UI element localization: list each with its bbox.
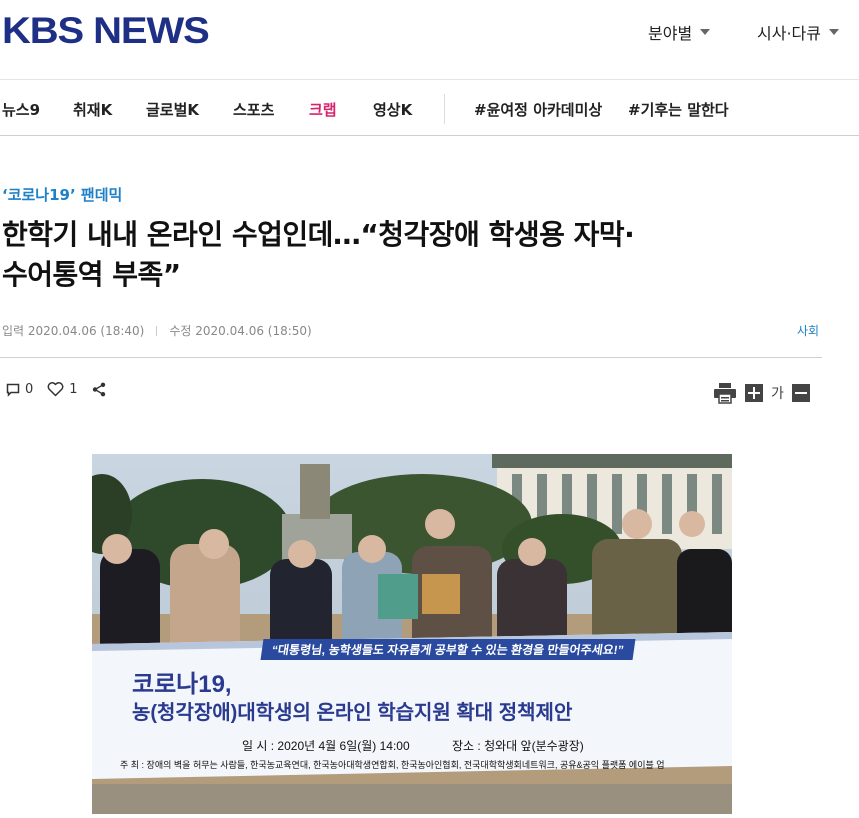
nav-global-k[interactable]: 글로벌K xyxy=(146,99,199,120)
comment-button[interactable]: 0 xyxy=(6,382,33,397)
banner-title-1: 코로나19, xyxy=(132,671,232,698)
banner-title-2: 농(청각장애)대학생의 온라인 학습지원 확대 정책제안 xyxy=(132,702,573,724)
like-button[interactable]: 1 xyxy=(47,382,78,397)
kbs-news-logo[interactable]: KBS NEWS xyxy=(2,10,210,52)
site-header: KBS NEWS 분야별 시사·다큐 xyxy=(0,0,859,80)
nav-investigative-k[interactable]: 취재K xyxy=(73,99,112,120)
input-date: 입력 2020.04.06 (18:40) xyxy=(2,324,145,338)
article-title: 한학기 내내 온라인 수업인데…“청각장애 학생용 자막· 수어통역 부족” xyxy=(2,215,832,295)
edit-date: 수정 2020.04.06 (18:50) xyxy=(169,324,312,338)
banner-text: “대통령님, 농학생들도 자유롭게 공부할 수 있는 환경을 만들어주세요!” … xyxy=(92,634,732,784)
like-count: 1 xyxy=(69,382,78,397)
article-category[interactable]: ‘코로나19’ 팬데믹 xyxy=(2,184,122,205)
print-icon[interactable] xyxy=(713,382,737,404)
header-divider xyxy=(0,357,822,358)
chevron-down-icon xyxy=(700,29,711,35)
menu-current-affairs-label: 시사·다큐 xyxy=(757,24,821,43)
nav-tag-climate[interactable]: #기후는 말한다 xyxy=(628,99,729,120)
font-size-label: 가 xyxy=(771,386,784,402)
main-nav: 뉴스9 취재K 글로벌K 스포츠 크랩 영상K #윤여정 아카데미상 #기후는 … xyxy=(0,80,859,136)
font-decrease-button[interactable] xyxy=(791,384,810,402)
article-tools: 0 1 xyxy=(6,382,125,397)
article-photo: “대통령님, 농학생들도 자유롭게 공부할 수 있는 환경을 만들어주세요!” … xyxy=(92,454,732,814)
banner-host: 주 최 : 장애의 벽을 허무는 사람들, 한국농교육연대, 한국농아대학생연합… xyxy=(120,760,665,770)
comment-icon xyxy=(6,383,20,397)
nav-sports[interactable]: 스포츠 xyxy=(233,99,274,120)
view-tools: 가 xyxy=(713,382,818,404)
menu-by-field-label: 분야별 xyxy=(648,24,693,43)
nav-krap[interactable]: 크랩 xyxy=(309,99,337,120)
share-button[interactable] xyxy=(92,382,111,397)
article-title-line-2: 수어통역 부족” xyxy=(2,258,181,291)
nav-divider xyxy=(444,94,445,124)
comment-count: 0 xyxy=(25,382,34,397)
nav-news9[interactable]: 뉴스9 xyxy=(2,99,40,120)
menu-current-affairs[interactable]: 시사·다큐 xyxy=(757,20,839,44)
font-increase-button[interactable] xyxy=(745,384,763,402)
share-icon xyxy=(92,382,105,397)
article-title-line-1: 한학기 내내 온라인 수업인데…“청각장애 학생용 자막· xyxy=(2,218,635,251)
banner-where: 장소 : 청와대 앞(분수광장) xyxy=(452,739,584,753)
nav-tag-oscar[interactable]: #윤여정 아카데미상 xyxy=(474,99,602,120)
chevron-down-icon xyxy=(828,29,839,35)
banner-quote: “대통령님, 농학생들도 자유롭게 공부할 수 있는 환경을 만들어주세요!” xyxy=(260,639,636,660)
meta-divider xyxy=(156,325,158,336)
nav-video-k[interactable]: 영상K xyxy=(373,99,412,120)
banner-when: 일 시 : 2020년 4월 6일(월) 14:00 xyxy=(242,739,410,753)
menu-by-field[interactable]: 분야별 xyxy=(648,20,711,44)
heart-icon xyxy=(47,382,64,397)
section-link[interactable]: 사회 xyxy=(797,322,819,339)
article-dates: 입력 2020.04.06 (18:40) 수정 2020.04.06 (18:… xyxy=(2,322,312,339)
